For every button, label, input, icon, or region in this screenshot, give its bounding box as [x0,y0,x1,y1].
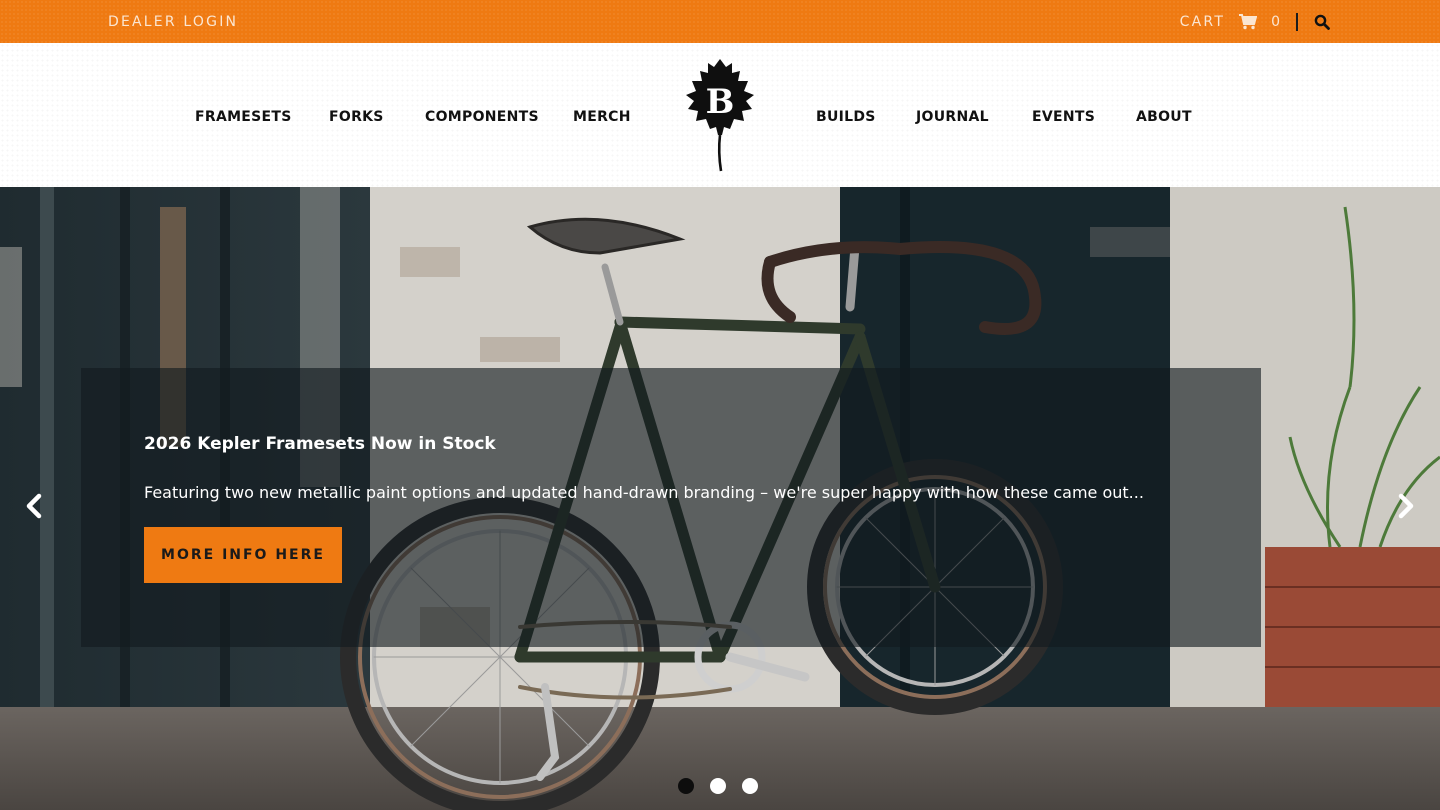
nav-item-about[interactable]: ABOUT [1136,109,1192,125]
nav-item-forks[interactable]: FORKS [329,109,384,125]
main-header: FRAMESETS FORKS COMPONENTS MERCH B BUILD… [0,43,1440,187]
cart-count: 0 [1271,14,1280,30]
nav-item-components[interactable]: COMPONENTS [425,109,539,125]
topbar-divider [1296,13,1298,31]
slide-caption-panel [81,368,1261,647]
nav-item-merch[interactable]: MERCH [573,109,631,125]
chevron-left-icon[interactable] [22,493,46,519]
magnifier-icon[interactable] [1314,14,1330,30]
nav-item-events[interactable]: EVENTS [1032,109,1095,125]
slide-description: Featuring two new metallic paint options… [144,483,1144,502]
logo-letter: B [706,82,735,122]
more-info-button[interactable]: MORE INFO HERE [144,527,342,583]
topbar-utilities: CART 0 [1180,12,1330,32]
slide-dot-3[interactable] [742,778,758,794]
slider-pagination [678,778,758,794]
oak-leaf-icon[interactable]: B [684,57,756,173]
nav-item-builds[interactable]: BUILDS [816,109,876,125]
top-bar: DEALER LOGIN CART 0 [0,0,1440,43]
nav-item-journal[interactable]: JOURNAL [916,109,989,125]
chevron-right-icon[interactable] [1394,493,1418,519]
cart-link[interactable]: CART [1180,14,1225,30]
slide-dot-1[interactable] [678,778,694,794]
dealer-login-link[interactable]: DEALER LOGIN [108,14,238,30]
hero-slider: 2026 Kepler Framesets Now in Stock Featu… [0,187,1440,810]
slide-title: 2026 Kepler Framesets Now in Stock [144,434,496,454]
nav-item-framesets[interactable]: FRAMESETS [195,109,292,125]
slide-dot-2[interactable] [710,778,726,794]
shopping-cart-icon[interactable] [1239,14,1258,30]
